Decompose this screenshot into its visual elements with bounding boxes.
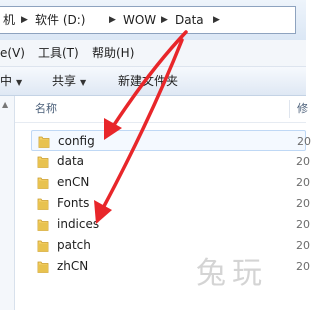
file-name: indices xyxy=(57,217,100,231)
column-name-header[interactable]: 名称 xyxy=(35,96,57,122)
triangle-right-icon[interactable]: ▶ xyxy=(161,7,168,33)
file-date: 20 xyxy=(296,218,310,231)
breadcrumb-drive-d[interactable]: 软件 (D:) xyxy=(35,7,85,33)
file-name: Fonts xyxy=(57,196,90,210)
file-date: 20 xyxy=(296,239,310,252)
chevron-down-icon: ▼ xyxy=(16,78,23,87)
menu-bar: e(V) 工具(T) 帮助(H) xyxy=(0,40,306,67)
file-name: data xyxy=(57,154,85,168)
list-item[interactable]: data 20 xyxy=(31,151,310,172)
chevron-down-icon: ▼ xyxy=(80,78,87,87)
file-date: 20 xyxy=(296,176,310,189)
share-button[interactable]: 共享 ▼ xyxy=(52,67,86,95)
file-date: 20 xyxy=(296,260,310,273)
file-date: 20 xyxy=(297,135,311,148)
share-label: 共享 xyxy=(52,74,77,88)
triangle-right-icon[interactable]: ▶ xyxy=(213,7,220,33)
folder-icon xyxy=(37,156,49,168)
scroll-up-icon[interactable]: ▲ xyxy=(2,100,8,109)
navigation-pane[interactable]: ▲ xyxy=(0,96,15,310)
menu-tools[interactable]: 工具(T) xyxy=(38,40,79,66)
address-bar: 机 ▶ 软件 (D:) ▶ WOW ▶ Data ▶ xyxy=(0,0,306,40)
folder-icon xyxy=(37,261,49,273)
triangle-right-icon[interactable]: ▶ xyxy=(21,7,28,33)
folder-icon xyxy=(37,198,49,210)
breadcrumb-wow[interactable]: WOW xyxy=(123,7,156,33)
list-item[interactable]: Fonts 20 xyxy=(31,193,310,214)
menu-view[interactable]: e(V) xyxy=(0,40,25,66)
menu-help[interactable]: 帮助(H) xyxy=(92,40,134,66)
list-item[interactable]: enCN 20 xyxy=(31,172,310,193)
folder-icon xyxy=(38,136,50,148)
toolbar: 中 ▼ 共享 ▼ 新建文件夹 xyxy=(0,67,306,96)
file-name: config xyxy=(58,134,95,148)
organize-button[interactable]: 中 ▼ xyxy=(0,67,22,95)
file-name: zhCN xyxy=(57,259,89,273)
triangle-right-icon[interactable]: ▶ xyxy=(109,7,116,33)
column-divider[interactable] xyxy=(289,100,290,118)
folder-icon xyxy=(37,240,49,252)
breadcrumb[interactable]: 机 ▶ 软件 (D:) ▶ WOW ▶ Data ▶ xyxy=(0,6,296,34)
file-date: 20 xyxy=(296,155,310,168)
file-name: patch xyxy=(57,238,91,252)
file-name: enCN xyxy=(57,175,90,189)
file-date: 20 xyxy=(296,197,310,210)
folder-icon xyxy=(37,219,49,231)
list-item[interactable]: config 20 xyxy=(31,130,311,151)
new-folder-button[interactable]: 新建文件夹 xyxy=(118,67,178,95)
column-modified-header[interactable]: 修 xyxy=(297,96,308,122)
breadcrumb-computer[interactable]: 机 xyxy=(3,7,15,33)
column-header: 名称 修 xyxy=(15,96,308,123)
organize-label: 中 xyxy=(0,74,13,88)
breadcrumb-data[interactable]: Data xyxy=(175,7,204,33)
list-item[interactable]: indices 20 xyxy=(31,214,310,235)
watermark: 兔玩 xyxy=(196,256,268,291)
folder-icon xyxy=(37,177,49,189)
